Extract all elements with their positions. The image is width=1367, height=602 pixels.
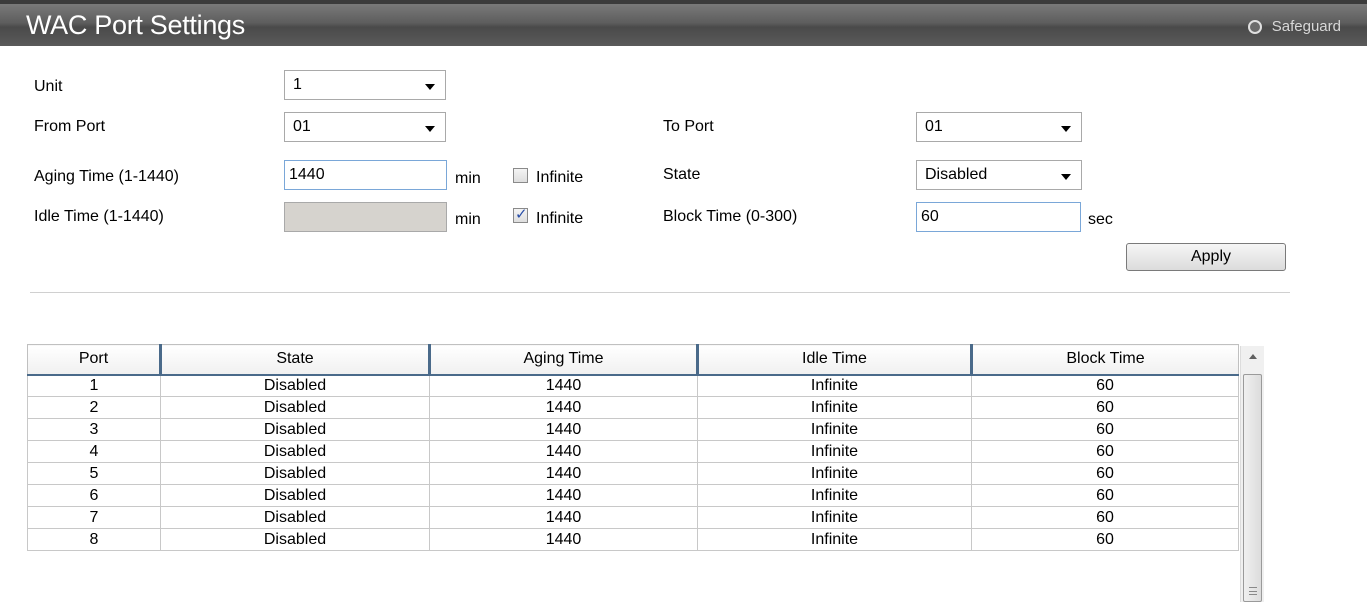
chevron-down-icon — [1061, 174, 1071, 180]
cell-port: 5 — [27, 462, 161, 485]
cell-idle-time: Infinite — [697, 484, 972, 507]
column-header-port[interactable]: Port — [27, 344, 161, 376]
scrollbar-grip-icon — [1249, 587, 1257, 595]
state-label: State — [663, 166, 701, 183]
cell-aging-time: 1440 — [429, 374, 698, 397]
cell-port: 4 — [27, 440, 161, 463]
cell-idle-time: Infinite — [697, 440, 972, 463]
cell-aging-time: 1440 — [429, 506, 698, 529]
aging-time-input[interactable]: 1440 — [284, 160, 447, 190]
chevron-down-icon — [425, 126, 435, 132]
aging-time-label: Aging Time (1-1440) — [34, 168, 179, 185]
section-divider — [30, 292, 1290, 293]
cell-block-time: 60 — [971, 528, 1239, 551]
table-row[interactable]: 4 Disabled 1440 Infinite 60 — [27, 440, 1239, 463]
cell-block-time: 60 — [971, 462, 1239, 485]
idle-time-label: Idle Time (1-1440) — [34, 208, 164, 225]
block-time-input[interactable]: 60 — [916, 202, 1081, 232]
cell-block-time: 60 — [971, 396, 1239, 419]
table-row[interactable]: 8 Disabled 1440 Infinite 60 — [27, 528, 1239, 551]
page-title: WAC Port Settings — [26, 10, 245, 40]
aging-infinite-checkbox[interactable] — [513, 168, 528, 183]
cell-idle-time: Infinite — [697, 528, 972, 551]
chevron-down-icon — [1061, 126, 1071, 132]
table-row[interactable]: 3 Disabled 1440 Infinite 60 — [27, 418, 1239, 441]
cell-port: 8 — [27, 528, 161, 551]
chevron-down-icon — [425, 84, 435, 90]
cell-state: Disabled — [160, 396, 430, 419]
table-row[interactable]: 7 Disabled 1440 Infinite 60 — [27, 506, 1239, 529]
aging-time-unit: min — [455, 170, 481, 187]
cell-aging-time: 1440 — [429, 462, 698, 485]
cell-port: 2 — [27, 396, 161, 419]
column-header-idle-time[interactable]: Idle Time — [696, 344, 972, 376]
to-port-label: To Port — [663, 118, 714, 135]
cell-idle-time: Infinite — [697, 462, 972, 485]
table-row[interactable]: 2 Disabled 1440 Infinite 60 — [27, 396, 1239, 419]
table-scrollbar[interactable] — [1240, 346, 1264, 602]
from-port-select[interactable]: 01 — [284, 112, 446, 142]
cell-block-time: 60 — [971, 440, 1239, 463]
aging-infinite-label: Infinite — [536, 169, 584, 186]
cell-idle-time: Infinite — [697, 418, 972, 441]
cell-block-time: 60 — [971, 374, 1239, 397]
cell-state: Disabled — [160, 462, 430, 485]
apply-button[interactable]: Apply — [1126, 243, 1286, 271]
table-header-row: Port State Aging Time Idle Time Block Ti… — [27, 344, 1239, 376]
wac-port-table: Port State Aging Time Idle Time Block Ti… — [27, 344, 1239, 551]
cell-state: Disabled — [160, 374, 430, 397]
idle-infinite-label: Infinite — [536, 210, 584, 227]
unit-select[interactable]: 1 — [284, 70, 446, 100]
unit-label: Unit — [34, 78, 63, 95]
cell-port: 3 — [27, 418, 161, 441]
idle-time-unit: min — [455, 211, 481, 228]
to-port-select[interactable]: 01 — [916, 112, 1082, 142]
cell-aging-time: 1440 — [429, 418, 698, 441]
cell-aging-time: 1440 — [429, 484, 698, 507]
cell-state: Disabled — [160, 440, 430, 463]
state-select-value: Disabled — [925, 166, 988, 183]
table-row[interactable]: 5 Disabled 1440 Infinite 60 — [27, 462, 1239, 485]
cell-block-time: 60 — [971, 506, 1239, 529]
block-time-unit: sec — [1088, 211, 1113, 228]
cell-idle-time: Infinite — [697, 374, 972, 397]
cell-idle-time: Infinite — [697, 506, 972, 529]
cell-state: Disabled — [160, 418, 430, 441]
cell-port: 6 — [27, 484, 161, 507]
state-select[interactable]: Disabled — [916, 160, 1082, 190]
cell-port: 7 — [27, 506, 161, 529]
cell-block-time: 60 — [971, 484, 1239, 507]
column-header-block-time[interactable]: Block Time — [970, 344, 1239, 376]
column-header-state[interactable]: State — [159, 344, 430, 376]
cell-aging-time: 1440 — [429, 396, 698, 419]
safeguard-label: Safeguard — [1271, 18, 1341, 35]
unit-select-value: 1 — [293, 76, 302, 93]
cell-idle-time: Infinite — [697, 396, 972, 419]
safeguard-ring-icon — [1247, 19, 1262, 34]
scroll-up-arrow-icon[interactable] — [1249, 354, 1257, 359]
safeguard-indicator[interactable]: Safeguard — [1247, 18, 1341, 35]
cell-aging-time: 1440 — [429, 528, 698, 551]
table-row[interactable]: 6 Disabled 1440 Infinite 60 — [27, 484, 1239, 507]
block-time-label: Block Time (0-300) — [663, 208, 798, 225]
cell-state: Disabled — [160, 506, 430, 529]
scrollbar-thumb[interactable] — [1243, 374, 1262, 602]
cell-port: 1 — [27, 374, 161, 397]
idle-time-input[interactable] — [284, 202, 447, 232]
from-port-select-value: 01 — [293, 118, 311, 135]
title-bar: WAC Port Settings Safeguard — [0, 0, 1367, 46]
cell-state: Disabled — [160, 528, 430, 551]
from-port-label: From Port — [34, 118, 106, 135]
cell-state: Disabled — [160, 484, 430, 507]
column-header-aging-time[interactable]: Aging Time — [428, 344, 698, 376]
cell-block-time: 60 — [971, 418, 1239, 441]
to-port-select-value: 01 — [925, 118, 943, 135]
idle-infinite-checkbox[interactable] — [513, 205, 528, 223]
cell-aging-time: 1440 — [429, 440, 698, 463]
table-row[interactable]: 1 Disabled 1440 Infinite 60 — [27, 374, 1239, 397]
